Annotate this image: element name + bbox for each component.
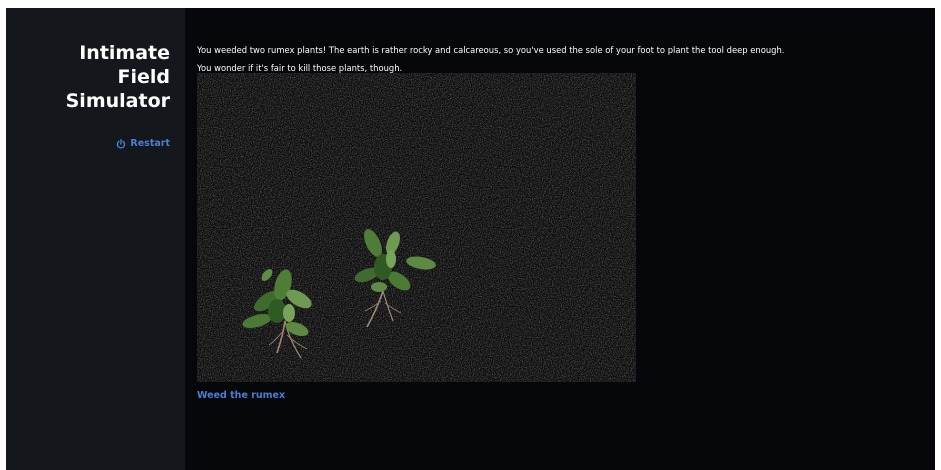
restart-link[interactable]: Restart xyxy=(116,138,170,149)
sidebar: Intimate Field Simulator Restart xyxy=(6,8,185,470)
restart-label: Restart xyxy=(130,138,170,149)
passage-text: You weeded two rumex plants! The earth i… xyxy=(197,41,922,77)
passage-line-1: You weeded two rumex plants! The earth i… xyxy=(197,45,785,55)
story-title-line-1: Intimate xyxy=(79,42,170,64)
story-title-line-2: Field xyxy=(117,66,171,88)
game-frame: Intimate Field Simulator Restart You wee… xyxy=(6,8,935,470)
power-icon xyxy=(116,138,126,149)
rumex-field-image xyxy=(197,73,636,382)
weed-rumex-link[interactable]: Weed the rumex xyxy=(197,390,285,401)
soil-grain xyxy=(197,73,636,382)
story-title-line-3: Simulator xyxy=(65,90,170,112)
story-title: Intimate Field Simulator xyxy=(20,41,170,113)
